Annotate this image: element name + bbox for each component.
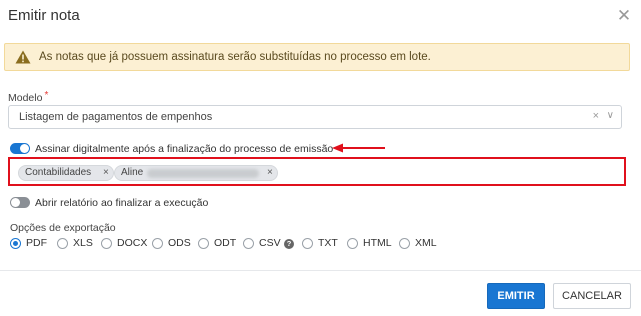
modelo-select-value: Listagem de pagamentos de empenhos	[19, 111, 213, 123]
radio-dot	[347, 238, 358, 249]
signer-tag-label: Contabilidades	[25, 167, 92, 178]
signers-tag-input[interactable]: Contabilidades × Aline ×	[8, 157, 626, 186]
cancelar-button[interactable]: CANCELAR	[553, 283, 631, 309]
clear-icon[interactable]: ×	[593, 110, 599, 122]
emitir-button[interactable]: EMITIR	[487, 283, 545, 309]
required-mark: *	[44, 90, 49, 101]
radio-dot	[399, 238, 410, 249]
radio-label: PDF	[26, 237, 47, 249]
assinar-label: Assinar digitalmente após a finalização …	[35, 143, 334, 155]
radio-label: ODT	[214, 237, 237, 249]
radio-label: ODS	[168, 237, 191, 249]
modelo-label-text: Modelo	[8, 92, 43, 104]
warning-triangle-icon	[15, 50, 31, 64]
radio-dot	[57, 238, 68, 249]
export-options-label: Opções de exportação	[10, 222, 116, 234]
toggle-knob	[11, 198, 20, 207]
radio-dot	[152, 238, 163, 249]
radio-label: HTML	[363, 237, 392, 249]
warning-text: As notas que já possuem assinatura serão…	[39, 51, 431, 63]
relatorio-toggle[interactable]	[10, 197, 30, 208]
emitir-nota-dialog: Emitir nota ✕ As notas que já possuem as…	[0, 0, 641, 316]
remove-tag-icon[interactable]: ×	[267, 166, 273, 180]
chevron-down-icon[interactable]: ∨	[607, 110, 614, 121]
modelo-select[interactable]: Listagem de pagamentos de empenhos × ∨	[8, 105, 622, 129]
signer-tag: Aline ×	[114, 165, 278, 181]
dialog-title: Emitir nota	[8, 7, 80, 24]
relatorio-label: Abrir relatório ao finalizar a execução	[35, 197, 209, 209]
radio-dot	[302, 238, 313, 249]
radio-label: XML	[415, 237, 437, 249]
radio-label: XLS	[73, 237, 93, 249]
remove-tag-icon[interactable]: ×	[103, 166, 109, 180]
signer-tag: Contabilidades ×	[18, 165, 114, 181]
radio-label: TXT	[318, 237, 338, 249]
radio-dot	[243, 238, 254, 249]
radio-dot	[10, 238, 21, 249]
arrow-annotation-icon	[332, 143, 385, 153]
redacted-text	[147, 169, 259, 178]
close-icon[interactable]: ✕	[614, 6, 634, 26]
assinar-toggle[interactable]	[10, 143, 30, 154]
radio-dot	[101, 238, 112, 249]
radio-dot	[198, 238, 209, 249]
toggle-knob	[20, 144, 29, 153]
footer-divider	[0, 270, 641, 271]
dialog-header: Emitir nota ✕	[0, 0, 641, 34]
signer-tag-label: Aline	[121, 167, 144, 178]
radio-label: DOCX	[117, 237, 148, 249]
warning-alert: As notas que já possuem assinatura serão…	[4, 43, 630, 71]
radio-label: CSV	[259, 237, 281, 249]
modelo-label: Modelo *	[8, 90, 49, 104]
help-icon[interactable]: ?	[284, 239, 294, 249]
